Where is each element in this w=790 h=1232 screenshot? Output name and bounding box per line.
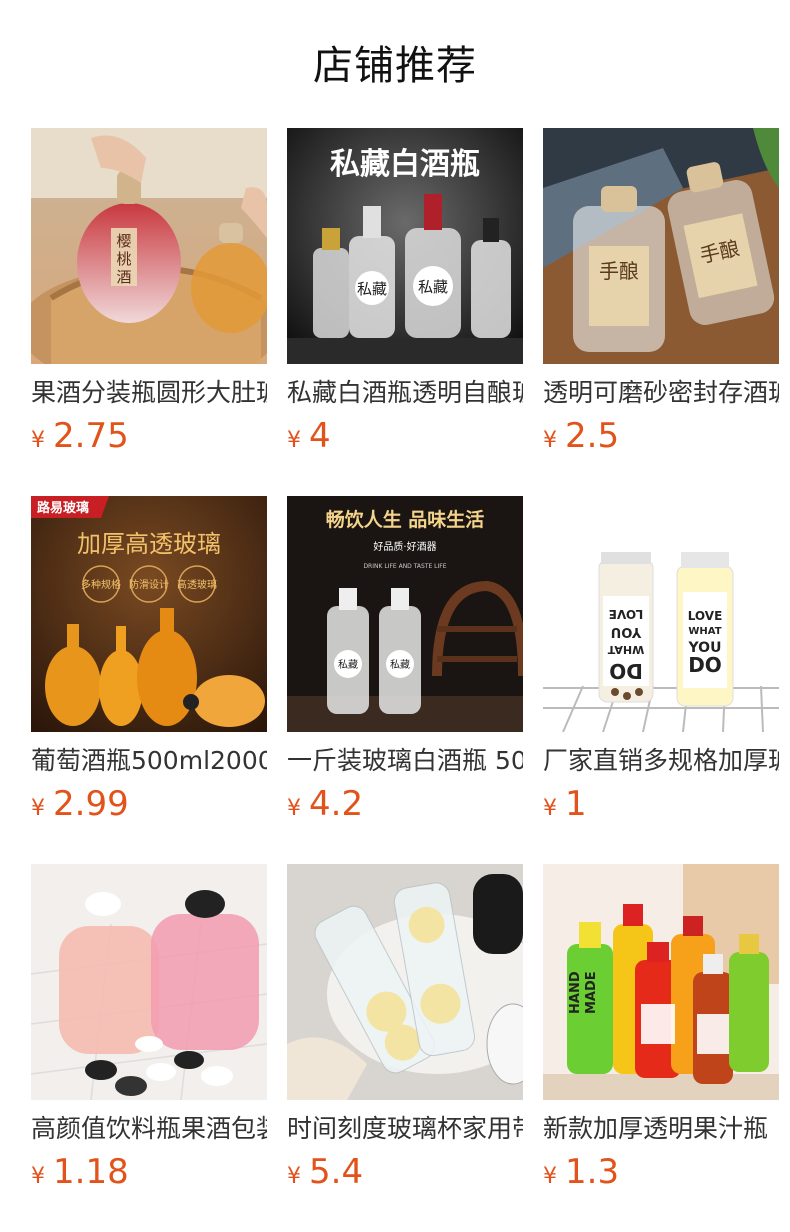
svg-text:酒: 酒: [116, 268, 131, 286]
svg-text:LOVE: LOVE: [688, 609, 723, 623]
product-name[interactable]: 新款加厚透明果汁瓶: [543, 1114, 779, 1144]
currency-symbol: ¥: [543, 1164, 557, 1189]
product-card-5[interactable]: 畅饮人生 品味生活 好品质·好酒器 DRINK LIFE AND TASTE L…: [287, 496, 523, 830]
product-card-1[interactable]: 樱 桃 酒 果酒分装瓶圆形大肚玻璃 ¥2.75: [31, 128, 267, 462]
currency-symbol: ¥: [287, 428, 301, 453]
svg-text:私藏: 私藏: [418, 278, 448, 296]
product-name[interactable]: 葡萄酒瓶500ml2000: [31, 746, 267, 776]
svg-text:畅饮人生 品味生活: 畅饮人生 品味生活: [326, 508, 485, 531]
svg-text:多种规格: 多种规格: [81, 578, 121, 591]
svg-text:DRINK LIFE AND TASTE LIFE: DRINK LIFE AND TASTE LIFE: [363, 563, 446, 570]
price-value: 1.3: [565, 1152, 620, 1192]
svg-text:WHAT: WHAT: [607, 643, 644, 656]
price-value: 4: [309, 416, 331, 456]
price-value: 4.2: [309, 784, 364, 824]
currency-symbol: ¥: [287, 796, 301, 821]
product-card-2[interactable]: 私藏白酒瓶 私藏 私藏 私藏白酒瓶透明自酿玻璃 ¥4: [287, 128, 523, 462]
product-image-8[interactable]: [287, 864, 523, 1100]
product-price: ¥1.18: [31, 1152, 267, 1198]
svg-text:私藏: 私藏: [357, 280, 387, 298]
svg-text:MADE: MADE: [584, 971, 599, 1014]
svg-text:高透玻璃: 高透玻璃: [177, 578, 217, 591]
product-card-3[interactable]: 手酿 手酿 透明可磨砂密封存酒玻璃 ¥2.5: [543, 128, 779, 462]
product-image-4[interactable]: 路易玻璃 加厚高透玻璃 多种规格 防滑设计 高透玻璃: [31, 496, 267, 732]
product-name[interactable]: 私藏白酒瓶透明自酿玻璃: [287, 378, 523, 408]
currency-symbol: ¥: [543, 428, 557, 453]
product-name[interactable]: 果酒分装瓶圆形大肚玻璃: [31, 378, 267, 408]
product-name[interactable]: 时间刻度玻璃杯家用带盖: [287, 1114, 523, 1144]
product-image-2[interactable]: 私藏白酒瓶 私藏 私藏: [287, 128, 523, 364]
price-value: 2.99: [53, 784, 129, 824]
product-price: ¥2.75: [31, 416, 267, 462]
product-card-7[interactable]: 高颜值饮料瓶果酒包装 ¥1.18: [31, 864, 267, 1198]
price-value: 1.18: [53, 1152, 129, 1192]
svg-text:YOU: YOU: [611, 624, 643, 639]
svg-text:HAND: HAND: [568, 971, 583, 1014]
svg-text:私藏: 私藏: [390, 659, 410, 671]
product-image-3[interactable]: 手酿 手酿: [543, 128, 779, 364]
product-card-6[interactable]: DO WHAT YOU LOVE LOVE WHAT YOU DO 厂家直销多规…: [543, 496, 779, 830]
image-headline-2: 私藏白酒瓶: [330, 147, 480, 182]
svg-text:好品质·好酒器: 好品质·好酒器: [373, 541, 436, 553]
svg-text:桃: 桃: [116, 250, 131, 268]
product-price: ¥4: [287, 416, 523, 462]
product-price: ¥2.5: [543, 416, 779, 462]
product-image-9[interactable]: HAND MADE: [543, 864, 779, 1100]
currency-symbol: ¥: [543, 796, 557, 821]
svg-text:防滑设计: 防滑设计: [129, 578, 169, 591]
product-name[interactable]: 一斤装玻璃白酒瓶 50: [287, 746, 523, 776]
product-price: ¥5.4: [287, 1152, 523, 1198]
price-value: 5.4: [309, 1152, 364, 1192]
svg-text:加厚高透玻璃: 加厚高透玻璃: [77, 530, 221, 558]
currency-symbol: ¥: [31, 428, 45, 453]
product-image-1[interactable]: 樱 桃 酒: [31, 128, 267, 364]
svg-text:WHAT: WHAT: [688, 626, 721, 637]
product-price: ¥4.2: [287, 784, 523, 830]
currency-symbol: ¥: [287, 1164, 301, 1189]
product-price: ¥2.99: [31, 784, 267, 830]
product-price: ¥1: [543, 784, 779, 830]
product-name[interactable]: 高颜值饮料瓶果酒包装: [31, 1114, 267, 1144]
product-image-7[interactable]: [31, 864, 267, 1100]
product-image-6[interactable]: DO WHAT YOU LOVE LOVE WHAT YOU DO: [543, 496, 779, 732]
product-card-9[interactable]: HAND MADE 新款加厚透明果汁瓶 ¥1.3: [543, 864, 779, 1198]
page-title: 店铺推荐: [313, 43, 477, 89]
image-label-1: 樱: [116, 232, 131, 250]
product-card-4[interactable]: 路易玻璃 加厚高透玻璃 多种规格 防滑设计 高透玻璃 葡萄酒瓶500ml2000…: [31, 496, 267, 830]
svg-text:私藏: 私藏: [338, 659, 358, 671]
image-label-3: 手酿: [599, 259, 639, 283]
price-value: 2.75: [53, 416, 129, 456]
svg-text:LOVE: LOVE: [609, 607, 644, 621]
product-name[interactable]: 厂家直销多规格加厚玻璃: [543, 746, 779, 776]
svg-text:DO: DO: [688, 653, 722, 677]
image-label-do: DO: [609, 659, 643, 683]
product-name[interactable]: 透明可磨砂密封存酒玻璃: [543, 378, 779, 408]
price-value: 2.5: [565, 416, 620, 456]
product-image-5[interactable]: 畅饮人生 品味生活 好品质·好酒器 DRINK LIFE AND TASTE L…: [287, 496, 523, 732]
product-card-8[interactable]: 时间刻度玻璃杯家用带盖 ¥5.4: [287, 864, 523, 1198]
currency-symbol: ¥: [31, 1164, 45, 1189]
product-price: ¥1.3: [543, 1152, 779, 1198]
brand-badge: 路易玻璃: [37, 500, 89, 516]
currency-symbol: ¥: [31, 796, 45, 821]
price-value: 1: [565, 784, 587, 824]
